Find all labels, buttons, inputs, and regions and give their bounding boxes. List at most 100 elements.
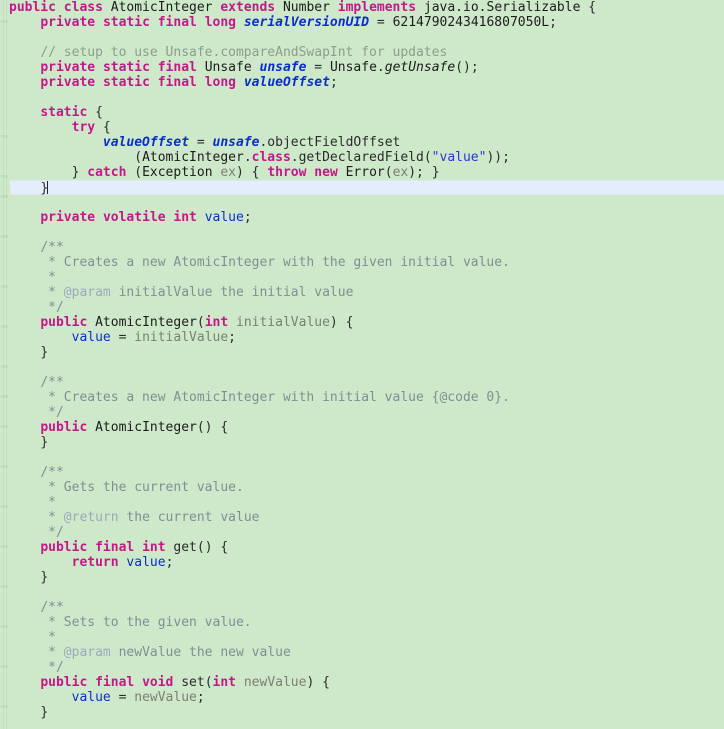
code-token-kw: new xyxy=(314,165,338,180)
code-line[interactable]: * xyxy=(0,270,724,285)
code-token-kw: int xyxy=(142,540,166,555)
code-line[interactable] xyxy=(0,90,724,105)
code-text-area[interactable]: public class AtomicInteger extends Numbe… xyxy=(0,0,724,720)
code-line[interactable] xyxy=(0,450,724,465)
code-line[interactable]: /** xyxy=(0,465,724,480)
code-line[interactable] xyxy=(0,360,724,375)
code-line[interactable] xyxy=(0,195,724,210)
code-line[interactable]: * Creates a new AtomicInteger with the g… xyxy=(0,255,724,270)
code-line[interactable]: */ xyxy=(0,405,724,420)
code-line[interactable]: // setup to use Unsafe.compareAndSwapInt… xyxy=(0,45,724,60)
code-line[interactable]: */ xyxy=(0,525,724,540)
code-line-current[interactable]: } xyxy=(0,180,724,195)
code-line[interactable]: */ xyxy=(0,300,724,315)
code-token-pln: getDeclaredField xyxy=(298,150,424,165)
code-token-kw: extends xyxy=(220,0,276,15)
code-token-kw: volatile xyxy=(102,210,166,225)
code-token-fld: valueOffset xyxy=(102,135,190,150)
code-token-doc: * xyxy=(40,630,56,645)
code-editor-pane[interactable]: public class AtomicInteger extends Numbe… xyxy=(0,0,724,729)
code-token-pln xyxy=(150,75,158,90)
code-line[interactable]: * Creates a new AtomicInteger with initi… xyxy=(0,390,724,405)
code-token-num: 6214790243416807050L xyxy=(392,15,550,30)
code-line[interactable]: private static final Unsafe unsafe = Uns… xyxy=(0,60,724,75)
code-token-par: initialValue xyxy=(134,330,229,345)
code-token-fld: unsafe xyxy=(259,60,307,75)
code-token-punc: . xyxy=(376,60,385,75)
code-token-punc: } xyxy=(40,570,49,585)
code-line[interactable]: private static final long valueOffset; xyxy=(0,75,724,90)
code-line[interactable] xyxy=(0,585,724,600)
code-line[interactable]: * @return the current value xyxy=(0,510,724,525)
code-line[interactable]: public final int get() { xyxy=(0,540,724,555)
code-token-pln xyxy=(87,315,95,330)
code-line[interactable]: * xyxy=(0,495,724,510)
code-token-fldu: value xyxy=(204,210,244,225)
code-line[interactable]: * Sets to the given value. xyxy=(0,615,724,630)
code-line[interactable]: } xyxy=(0,570,724,585)
code-token-punc: = xyxy=(306,60,330,75)
code-token-type: Exception xyxy=(142,165,213,180)
code-line[interactable]: /** xyxy=(0,240,724,255)
code-line[interactable]: } xyxy=(0,435,724,450)
code-line[interactable]: (AtomicInteger.class.getDeclaredField("v… xyxy=(0,150,724,165)
code-token-type: AtomicInteger xyxy=(95,315,197,330)
code-line[interactable]: try { xyxy=(0,120,724,135)
code-line[interactable] xyxy=(0,30,724,45)
code-line[interactable]: public AtomicInteger(int initialValue) { xyxy=(0,315,724,330)
code-line[interactable]: /** xyxy=(0,375,724,390)
code-line[interactable]: value = newValue; xyxy=(0,690,724,705)
code-line[interactable]: public final void set(int newValue) { xyxy=(0,675,724,690)
code-line[interactable]: } xyxy=(0,345,724,360)
code-token-punc: )); xyxy=(486,150,510,165)
code-line[interactable]: * xyxy=(0,630,724,645)
code-line[interactable]: valueOffset = unsafe.objectFieldOffset xyxy=(0,135,724,150)
code-token-punc: ( xyxy=(204,675,213,690)
code-token-pln xyxy=(95,75,103,90)
code-token-kw: final xyxy=(95,540,135,555)
code-line[interactable]: */ xyxy=(0,660,724,675)
code-token-fldu: value xyxy=(71,330,111,345)
code-token-doc: * Creates a new AtomicInteger with initi… xyxy=(40,390,510,405)
code-line[interactable]: private volatile int value; xyxy=(0,210,724,225)
code-token-pln xyxy=(338,165,346,180)
code-line[interactable]: return value; xyxy=(0,555,724,570)
code-line[interactable]: * @param newValue the new value xyxy=(0,645,724,660)
code-token-par: ex xyxy=(220,165,237,180)
code-token-pln xyxy=(330,0,338,15)
code-line[interactable]: public class AtomicInteger extends Numbe… xyxy=(0,0,724,15)
code-line[interactable]: * @param initialValue the initial value xyxy=(0,285,724,300)
code-token-pln xyxy=(275,0,283,15)
code-line[interactable]: public AtomicInteger() { xyxy=(0,420,724,435)
code-line[interactable]: private static final long serialVersionU… xyxy=(0,15,724,30)
code-token-kw: try xyxy=(71,120,96,135)
code-token-kw: public xyxy=(40,675,88,690)
code-line[interactable]: /** xyxy=(0,600,724,615)
code-line[interactable]: static { xyxy=(0,105,724,120)
code-token-doc: /** xyxy=(40,240,64,255)
code-token-doc: */ xyxy=(40,405,64,420)
code-line[interactable]: * Gets the current value. xyxy=(0,480,724,495)
code-line[interactable]: } catch (Exception ex) { throw new Error… xyxy=(0,165,724,180)
code-line[interactable]: value = initialValue; xyxy=(0,330,724,345)
code-line[interactable]: } xyxy=(0,705,724,720)
code-token-doc: */ xyxy=(40,525,64,540)
code-token-pln xyxy=(197,60,205,75)
code-token-par: ex xyxy=(392,165,409,180)
code-line[interactable] xyxy=(0,225,724,240)
code-token-type: AtomicInteger xyxy=(95,420,197,435)
